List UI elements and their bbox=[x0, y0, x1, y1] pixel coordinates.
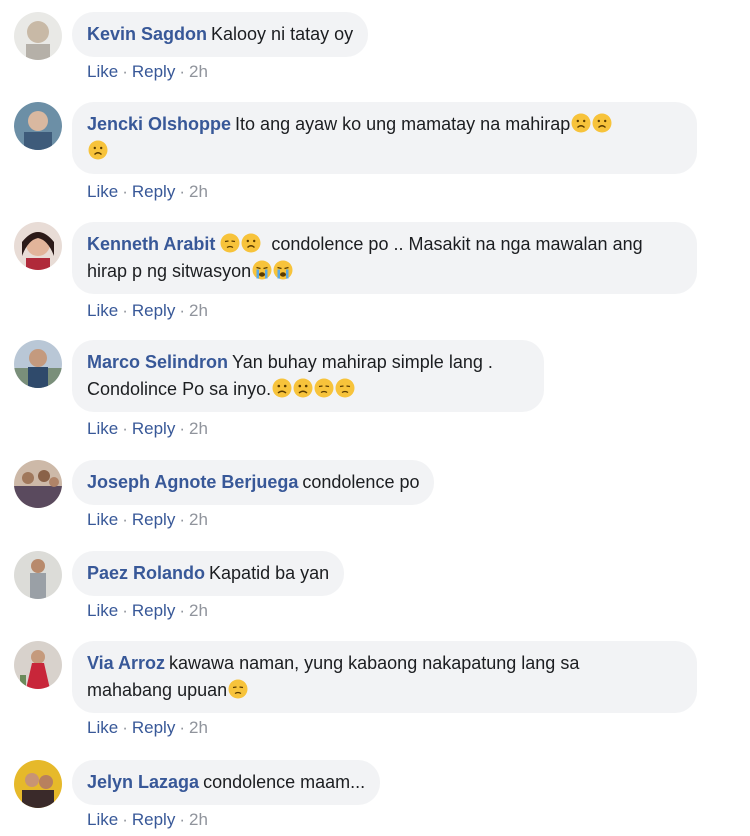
pensive-face-emoji bbox=[335, 378, 355, 398]
comment-text: Yan buhay mahirap simple lang . bbox=[232, 352, 493, 372]
frowning-face-emoji bbox=[272, 378, 292, 398]
like-link[interactable]: Like bbox=[87, 718, 118, 737]
pensive-face-emoji bbox=[220, 233, 240, 253]
avatar[interactable] bbox=[14, 12, 62, 60]
separator: · bbox=[122, 510, 128, 529]
separator: · bbox=[122, 718, 128, 737]
comment-timestamp[interactable]: 2h bbox=[189, 62, 208, 81]
comment-text: kawawa naman, yung kabaong nakapatung la… bbox=[169, 653, 580, 673]
comment-text: Kalooy ni tatay oy bbox=[211, 24, 354, 44]
comment-text: Condolince Po sa inyo. bbox=[87, 379, 272, 399]
comment-bubble: Jelyn Lazaga condolence maam... bbox=[72, 760, 381, 805]
pensive-face-emoji bbox=[314, 378, 334, 398]
avatar[interactable] bbox=[14, 340, 62, 388]
comment-author-link[interactable]: Kenneth Arabit bbox=[87, 234, 215, 254]
comment-timestamp[interactable]: 2h bbox=[189, 182, 208, 201]
comment-actions: Like · Reply · 2h bbox=[87, 62, 208, 82]
reply-link[interactable]: Reply bbox=[132, 510, 175, 529]
crying-face-emoji bbox=[273, 260, 293, 280]
reply-link[interactable]: Reply bbox=[132, 810, 175, 829]
comment-author-link[interactable]: Paez Rolando bbox=[87, 563, 205, 583]
reply-link[interactable]: Reply bbox=[132, 301, 175, 320]
sad-face-emoji bbox=[592, 113, 612, 133]
comment-bubble: Joseph Agnote Berjuega condolence po bbox=[72, 460, 435, 505]
separator: · bbox=[122, 301, 128, 320]
like-link[interactable]: Like bbox=[87, 62, 118, 81]
reply-link[interactable]: Reply bbox=[132, 182, 175, 201]
frowning-face-emoji bbox=[293, 378, 313, 398]
separator: · bbox=[179, 62, 185, 81]
comment-bubble: Marco Selindron Yan buhay mahirap simple … bbox=[72, 340, 544, 412]
separator: · bbox=[179, 419, 185, 438]
separator: · bbox=[122, 182, 128, 201]
comment-bubble: Via Arroz kawawa naman, yung kabaong naka… bbox=[72, 641, 697, 713]
pensive-face-emoji bbox=[228, 679, 248, 699]
comment-timestamp[interactable]: 2h bbox=[189, 510, 208, 529]
comment-actions: Like · Reply · 2h bbox=[87, 510, 208, 530]
separator: · bbox=[122, 810, 128, 829]
comment-bubble: Paez Rolando Kapatid ba yan bbox=[72, 551, 345, 596]
comment-text: mahabang upuan bbox=[87, 680, 228, 700]
comment-bubble: Jencki Olshoppe Ito ang ayaw ko ung mamat… bbox=[72, 102, 697, 174]
comment-author-link[interactable]: Marco Selindron bbox=[87, 352, 228, 372]
like-link[interactable]: Like bbox=[87, 419, 118, 438]
separator: · bbox=[179, 510, 185, 529]
separator: · bbox=[122, 419, 128, 438]
comment-actions: Like · Reply · 2h bbox=[87, 601, 208, 621]
sad-face-emoji bbox=[571, 113, 591, 133]
comment-timestamp[interactable]: 2h bbox=[189, 810, 208, 829]
sad-face-emoji bbox=[88, 140, 108, 160]
comment-author-link[interactable]: Jelyn Lazaga bbox=[87, 772, 199, 792]
like-link[interactable]: Like bbox=[87, 182, 118, 201]
reply-link[interactable]: Reply bbox=[132, 62, 175, 81]
comment-timestamp[interactable]: 2h bbox=[189, 718, 208, 737]
comment-author-link[interactable]: Kevin Sagdon bbox=[87, 24, 207, 44]
sad-face-emoji bbox=[241, 233, 261, 253]
comment-actions: Like · Reply · 2h bbox=[87, 301, 208, 321]
comment-text: condolence maam... bbox=[203, 772, 366, 792]
comment-bubble: Kevin Sagdon Kalooy ni tatay oy bbox=[72, 12, 369, 57]
separator: · bbox=[179, 301, 185, 320]
avatar[interactable] bbox=[14, 460, 62, 508]
like-link[interactable]: Like bbox=[87, 301, 118, 320]
crying-face-emoji bbox=[252, 260, 272, 280]
comment-actions: Like · Reply · 2h bbox=[87, 810, 208, 830]
comment-actions: Like · Reply · 2h bbox=[87, 718, 208, 738]
comment-timestamp[interactable]: 2h bbox=[189, 419, 208, 438]
comment-actions: Like · Reply · 2h bbox=[87, 419, 208, 439]
separator: · bbox=[179, 182, 185, 201]
avatar[interactable] bbox=[14, 551, 62, 599]
reply-link[interactable]: Reply bbox=[132, 601, 175, 620]
comment-author-link[interactable]: Joseph Agnote Berjuega bbox=[87, 472, 298, 492]
reply-link[interactable]: Reply bbox=[132, 419, 175, 438]
avatar[interactable] bbox=[14, 641, 62, 689]
comment-actions: Like · Reply · 2h bbox=[87, 182, 208, 202]
comment-timestamp[interactable]: 2h bbox=[189, 601, 208, 620]
comment-author-link[interactable]: Via Arroz bbox=[87, 653, 165, 673]
separator: · bbox=[122, 601, 128, 620]
like-link[interactable]: Like bbox=[87, 510, 118, 529]
like-link[interactable]: Like bbox=[87, 810, 118, 829]
comment-bubble: Kenneth Arabit condolence po .. Masakit … bbox=[72, 222, 697, 294]
avatar[interactable] bbox=[14, 102, 62, 150]
like-link[interactable]: Like bbox=[87, 601, 118, 620]
comment-text: Ito ang ayaw ko ung mamatay na mahirap bbox=[235, 114, 571, 134]
reply-link[interactable]: Reply bbox=[132, 718, 175, 737]
comment-text: condolence po bbox=[302, 472, 420, 492]
comment-text: Kapatid ba yan bbox=[209, 563, 330, 583]
separator: · bbox=[122, 62, 128, 81]
avatar[interactable] bbox=[14, 222, 62, 270]
comment-timestamp[interactable]: 2h bbox=[189, 301, 208, 320]
separator: · bbox=[179, 810, 185, 829]
separator: · bbox=[179, 718, 185, 737]
separator: · bbox=[179, 601, 185, 620]
avatar[interactable] bbox=[14, 760, 62, 808]
comment-author-link[interactable]: Jencki Olshoppe bbox=[87, 114, 231, 134]
